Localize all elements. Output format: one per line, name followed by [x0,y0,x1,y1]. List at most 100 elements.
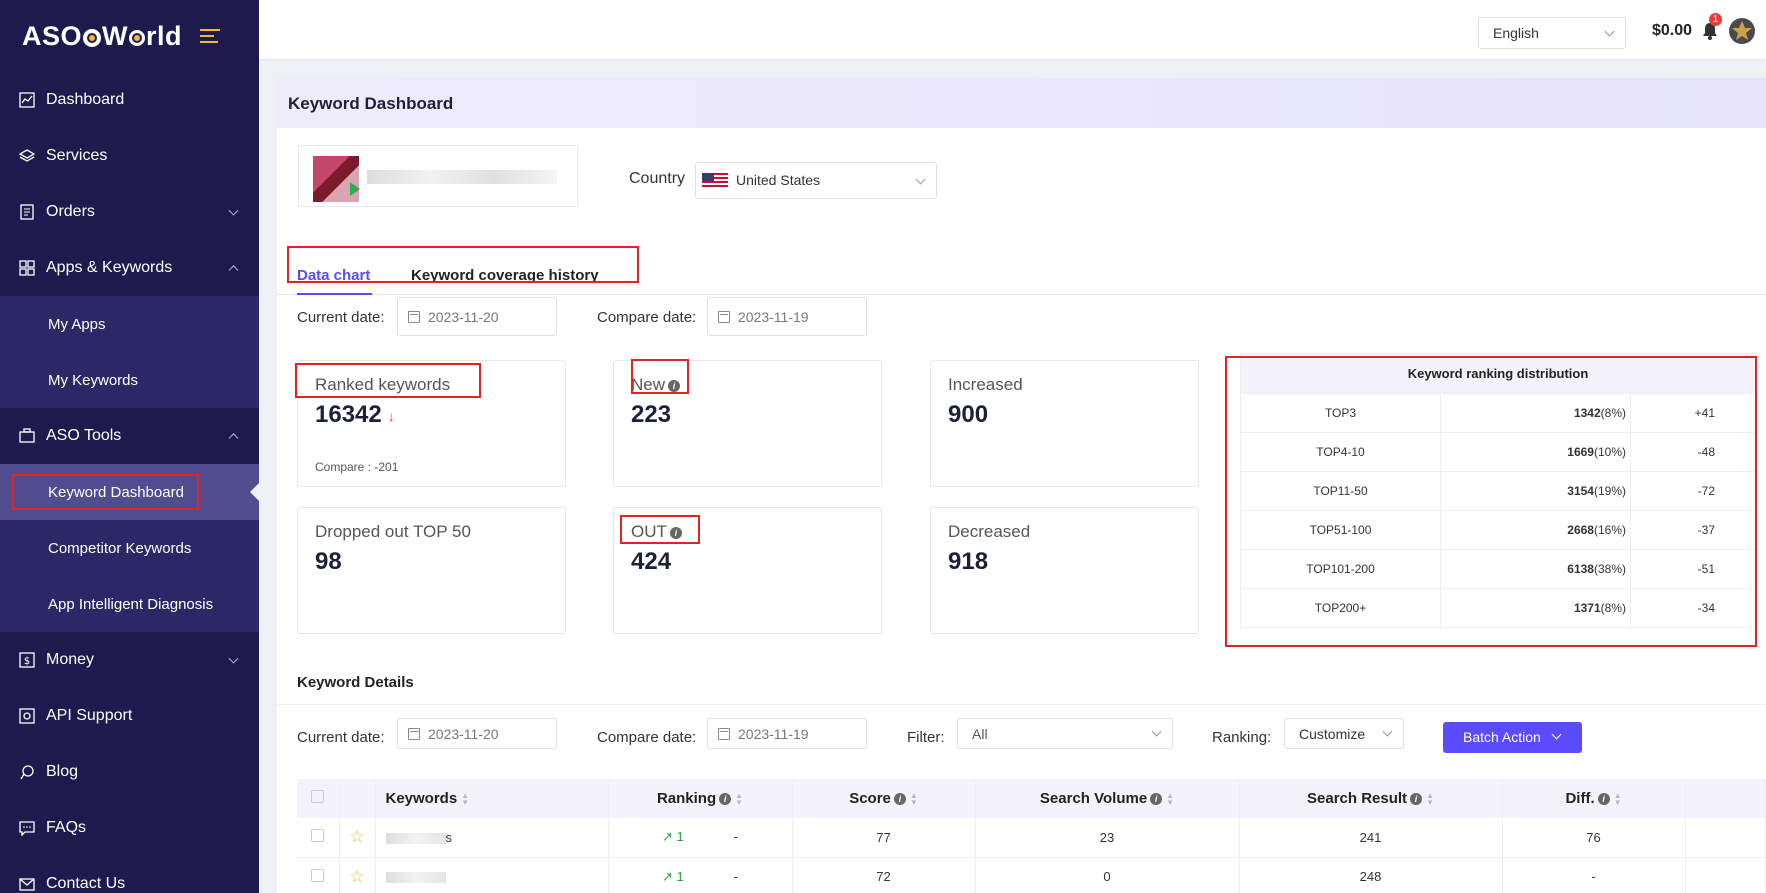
stat-value: 98 [315,548,342,575]
sidebar-item-label: Competitor Keywords [48,539,192,557]
aso-tools-submenu: Keyword Dashboard Competitor Keywords Ap… [0,464,259,632]
sidebar-item-blog[interactable]: Blog [0,744,259,800]
sidebar-item-api-support[interactable]: API Support [0,688,259,744]
row-checkbox[interactable] [311,868,325,882]
column-header-search-volume[interactable]: Search Volume i ▲ ▼ [975,779,1240,818]
stat-dropped-top50: Dropped out TOP 50 98 [297,507,566,634]
column-header-ranking[interactable]: Ranking i ▲ ▼ [608,779,793,818]
active-tab-indicator [297,293,372,295]
ranking-distribution-table: Keyword ranking distribution TOP3 1342(8%… [1240,353,1756,628]
table-header-row: Keywords ▲ ▼ Ranking i ▲ ▼ Score i ▲ ▼ Search Vo… [297,779,1766,818]
sidebar-item-keyword-dashboard[interactable]: Keyword Dashboard [0,464,259,520]
star-icon[interactable]: ☆ [349,867,364,886]
compare-date-input[interactable]: 2023-11-19 [707,297,867,336]
stat-value: 223 [631,401,672,428]
compare-date-value: 2023-11-19 [738,726,809,742]
sidebar-item-app-diagnosis[interactable]: App Intelligent Diagnosis [0,576,259,632]
menu-toggle-icon[interactable] [200,29,221,43]
stat-decreased: Decreased 918 [930,507,1199,634]
google-play-icon [350,182,360,196]
stat-label: Dropped out TOP 50 [315,522,471,541]
filter-select[interactable]: All [957,718,1173,749]
stat-value: 900 [948,401,989,428]
stat-label: Decreased [948,522,1031,541]
sidebar-item-orders[interactable]: Orders [0,184,259,240]
compare-date-label: Compare date: [597,309,697,326]
ranking-distribution: Keyword ranking distribution TOP3 1342(8%… [1240,353,1756,633]
tab-coverage-history[interactable]: Keyword coverage history [411,267,599,284]
notification-badge: 1 [1709,13,1722,26]
app-selector[interactable] [298,145,578,207]
tab-data-chart[interactable]: Data chart [297,267,370,284]
sidebar-item-label: App Intelligent Diagnosis [48,595,214,613]
batch-action-button[interactable]: Batch Action [1443,722,1582,753]
table-row: ☆ ↗ 1- 72 0 248 - [297,857,1766,893]
sidebar-item-label: ASO Tools [46,427,122,444]
grid-icon [18,259,36,277]
info-icon[interactable]: i [668,379,681,392]
divider [277,704,1766,705]
sidebar-item-label: Orders [46,203,95,220]
stat-label: Ranked keywords [315,375,451,394]
star-icon[interactable]: ☆ [349,827,364,846]
table-row: TOP11-50 3154(19%) -72 [1240,471,1756,511]
stat-label: OUT i [631,522,682,542]
keyword-details-title: Keyword Details [297,674,414,691]
keyword-redacted [385,832,446,844]
logo[interactable]: ASO Wrld [0,0,259,72]
info-icon[interactable]: i [669,526,682,539]
column-header-diff[interactable]: Diff. i ▲ ▼ [1502,779,1686,818]
sidebar-item-money[interactable]: $ Money [0,632,259,688]
chart-line-icon [18,91,36,109]
page-title: Keyword Dashboard [277,78,1766,128]
sidebar-item-my-apps[interactable]: My Apps [0,296,259,352]
balance[interactable]: $0.00 [1652,22,1692,40]
chevron-down-icon [1382,726,1393,737]
column-header-search-result[interactable]: Search Result i ▲ ▼ [1239,779,1503,818]
filter-value: All [972,726,988,742]
ranking-label: Ranking: [1212,729,1272,746]
stat-new: New i 223 [613,360,882,487]
row-checkbox[interactable] [311,829,325,843]
app-name-redacted [367,170,557,184]
sidebar-item-apps-keywords[interactable]: Apps & Keywords [0,240,259,296]
select-all-checkbox[interactable] [311,790,325,803]
table-row: TOP51-100 2668(16%) -37 [1240,510,1756,550]
sidebar-item-contact-us[interactable]: Contact Us [0,856,259,893]
arrow-down-icon: ↓ [387,407,395,424]
sidebar-item-faqs[interactable]: FAQs [0,800,259,856]
details-compare-date-input[interactable]: 2023-11-19 [707,718,867,749]
column-header-keywords[interactable]: Keywords ▲ ▼ [375,779,609,818]
api-icon [18,707,36,725]
stat-label: New i [631,375,681,395]
rank-trend-icon: ↗ [661,868,677,884]
sidebar-item-label: API Support [46,707,133,724]
calendar-icon [408,728,420,740]
sidebar-item-competitor-keywords[interactable]: Competitor Keywords [0,520,259,576]
sidebar-item-my-keywords[interactable]: My Keywords [0,352,259,408]
country-select[interactable]: United States [695,162,937,199]
current-date-input[interactable]: 2023-11-20 [397,297,557,336]
column-header-score[interactable]: Score i ▲ ▼ [792,779,976,818]
sidebar-item-dashboard[interactable]: Dashboard [0,72,259,128]
compare-date-label: Compare date: [597,729,697,746]
table-row: ☆ s ↗ 1- 77 23 241 76 [297,818,1766,858]
apps-keywords-submenu: My Apps My Keywords [0,296,259,408]
blog-icon [18,763,36,781]
distribution-title: Keyword ranking distribution [1240,353,1756,394]
avatar[interactable] [1729,18,1755,44]
ranking-select[interactable]: Customize [1284,718,1404,749]
chevron-down-icon [1151,726,1162,737]
sidebar-item-label: FAQs [46,819,87,836]
current-date-label: Current date: [297,729,385,746]
sidebar-item-services[interactable]: Services [0,128,259,184]
language-select[interactable]: English [1478,17,1626,49]
country-value: United States [736,172,821,188]
stat-out: OUT i 424 [613,507,882,634]
stat-value: 16342 ↓ [315,401,395,428]
ranking-value: Customize [1299,726,1366,742]
calendar-icon [718,311,730,323]
details-current-date-input[interactable]: 2023-11-20 [397,718,557,749]
dollar-icon: $ [18,651,36,669]
sidebar-item-aso-tools[interactable]: ASO Tools [0,408,259,464]
